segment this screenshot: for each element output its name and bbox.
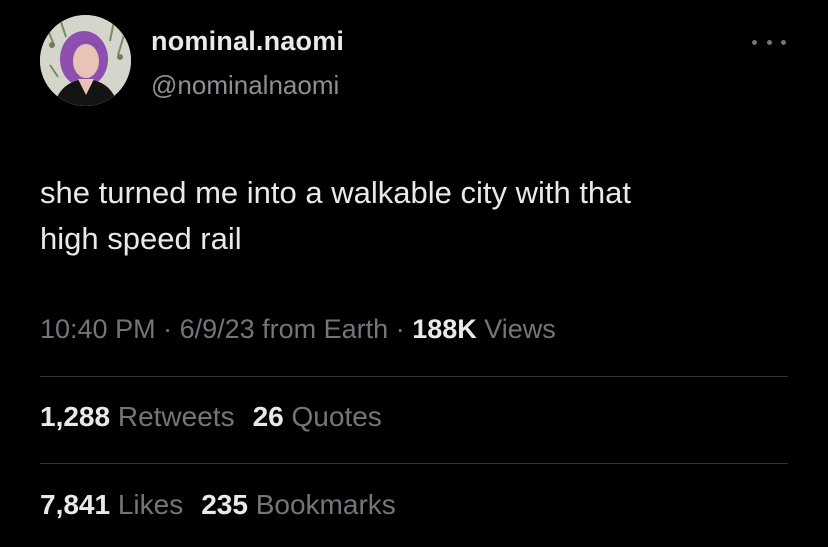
tweet-container: nominal.naomi @nominalnaomi she turned m… bbox=[0, 0, 828, 547]
likes-count: 7,841 bbox=[40, 489, 111, 520]
retweets-label: Retweets bbox=[117, 401, 235, 432]
more-dot bbox=[766, 39, 772, 45]
display-name[interactable]: nominal.naomi bbox=[151, 26, 344, 57]
retweets-stat[interactable]: 1,288 Retweets bbox=[40, 401, 235, 432]
more-dot bbox=[781, 39, 786, 45]
bookmarks-count: 235 bbox=[201, 489, 248, 520]
views-count: 188K bbox=[412, 314, 477, 344]
quotes-stat[interactable]: 26 Quotes bbox=[253, 401, 382, 432]
bookmarks-label: Bookmarks bbox=[255, 489, 396, 520]
avatar[interactable] bbox=[40, 15, 131, 106]
tweet-text: she turned me into a walkable city with … bbox=[40, 170, 780, 262]
meta-separator: · bbox=[155, 314, 180, 344]
retweets-count: 1,288 bbox=[40, 401, 111, 432]
tweet-time[interactable]: 10:40 PM bbox=[40, 314, 156, 344]
stats-row-engagement: 7,841 Likes 235 Bookmarks bbox=[40, 489, 396, 521]
likes-stat[interactable]: 7,841 Likes bbox=[40, 489, 183, 520]
tweet-source: from Earth bbox=[254, 314, 389, 344]
quotes-count: 26 bbox=[252, 401, 284, 432]
divider bbox=[40, 463, 788, 464]
more-horizontal-icon[interactable] bbox=[752, 34, 786, 50]
stats-row-reposts: 1,288 Retweets 26 Quotes bbox=[40, 401, 382, 433]
meta-separator: · bbox=[388, 314, 413, 344]
divider bbox=[40, 376, 788, 377]
tweet-meta: 10:40 PM · 6/9/23 from Earth · 188K View… bbox=[40, 314, 556, 345]
avatar-image bbox=[40, 15, 131, 106]
tweet-date[interactable]: 6/9/23 bbox=[180, 314, 255, 344]
views-label: Views bbox=[476, 314, 556, 344]
user-handle[interactable]: @nominalnaomi bbox=[151, 70, 339, 101]
tweet-text-line: high speed rail bbox=[40, 221, 242, 256]
quotes-label: Quotes bbox=[291, 401, 382, 432]
more-dot bbox=[752, 39, 757, 45]
likes-label: Likes bbox=[117, 489, 184, 520]
bookmarks-stat[interactable]: 235 Bookmarks bbox=[201, 489, 396, 520]
tweet-text-line: she turned me into a walkable city with … bbox=[40, 175, 632, 210]
